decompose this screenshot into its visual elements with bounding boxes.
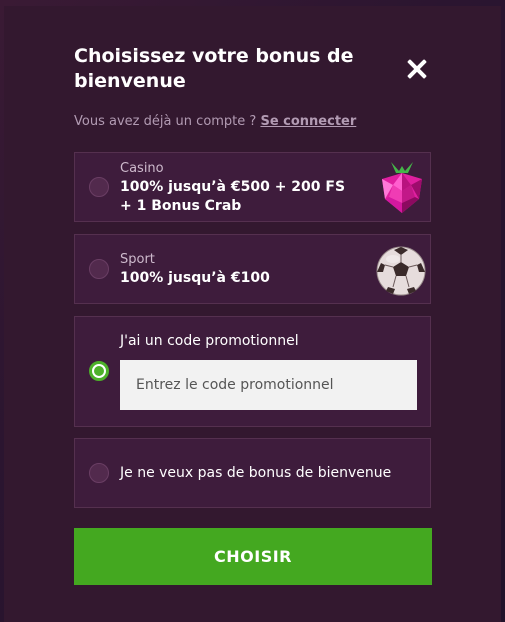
login-prompt-row: Vous avez déjà un compte ? Se connecter: [74, 114, 356, 129]
casino-kicker: Casino: [120, 161, 164, 176]
promo-code-input[interactable]: [120, 360, 417, 410]
soccer-ball-icon: [375, 245, 427, 297]
bonus-option-none[interactable]: Je ne veux pas de bonus de bienvenue: [74, 438, 431, 508]
casino-offer-line2: + 1 Bonus Crab: [120, 198, 242, 214]
bonus-option-casino[interactable]: Casino 100% jusqu’à €500 + 200 FS + 1 Bo…: [74, 152, 431, 222]
promo-code-label: J'ai un code promotionnel: [120, 333, 299, 349]
choose-button[interactable]: CHOISIR: [74, 528, 432, 585]
login-link[interactable]: Se connecter: [260, 114, 356, 129]
casino-offer-line1: 100% jusqu’à €500 + 200 FS: [120, 179, 346, 195]
bonus-option-sport[interactable]: Sport 100% jusqu’à €100: [74, 234, 431, 304]
welcome-bonus-modal: Choisissez votre bonus de bienvenue Vous…: [4, 6, 501, 622]
close-icon[interactable]: [404, 56, 430, 82]
login-prompt: Vous avez déjà un compte ?: [74, 114, 257, 129]
radio-casino[interactable]: [89, 177, 109, 197]
sport-offer: 100% jusqu’à €100: [120, 270, 270, 286]
bonus-option-promo-code[interactable]: J'ai un code promotionnel: [74, 316, 431, 427]
modal-title: Choisissez votre bonus de bienvenue: [74, 45, 354, 92]
no-bonus-label: Je ne veux pas de bonus de bienvenue: [120, 465, 392, 481]
radio-promo-code[interactable]: [89, 361, 109, 381]
radio-sport[interactable]: [89, 259, 109, 279]
sport-kicker: Sport: [120, 252, 155, 267]
raspberry-icon: [375, 159, 429, 217]
radio-no-bonus[interactable]: [89, 463, 109, 483]
